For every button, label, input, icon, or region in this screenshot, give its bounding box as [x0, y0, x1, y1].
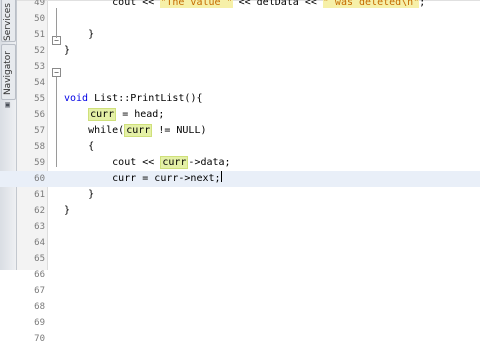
code-line[interactable]: 58 { [0, 139, 480, 155]
fold-collapse-icon[interactable]: − [52, 68, 61, 77]
code-line[interactable]: 66 [0, 267, 480, 283]
code-line[interactable]: 64 [0, 235, 480, 251]
line-number: 49 [34, 0, 45, 8]
line-number: 64 [34, 238, 45, 248]
code-text: { [64, 139, 94, 155]
code-line[interactable]: 63 [0, 219, 480, 235]
line-number: 58 [34, 142, 45, 152]
line-number: 62 [34, 206, 45, 216]
code-line[interactable]: 59 cout << curr ->data; [0, 155, 480, 171]
code-token: != NULL) [152, 125, 207, 136]
code-token: while( [64, 125, 125, 136]
code-line[interactable]: 70 [0, 331, 480, 347]
code-line[interactable]: 62} [0, 203, 480, 219]
code-line[interactable]: 61 } [0, 187, 480, 203]
code-line[interactable]: 49 cout << "The value " << delData << " … [0, 0, 480, 11]
highlighted-identifier: curr [124, 124, 153, 137]
line-number: 53 [34, 62, 45, 72]
line-number: 66 [34, 270, 45, 280]
code-token: = head; [116, 109, 165, 120]
line-number: 59 [34, 158, 45, 168]
code-token: cout << [64, 0, 161, 8]
code-token: } [64, 29, 95, 40]
line-number: 70 [34, 334, 45, 344]
code-line[interactable]: 56 curr = head; [0, 107, 480, 123]
code-token: } [64, 45, 71, 56]
line-number: 56 [34, 110, 45, 120]
code-line[interactable]: 52} [0, 43, 480, 59]
highlighted-identifier: curr [88, 108, 117, 121]
highlighted-identifier: curr [160, 156, 189, 169]
string-literal: "The value " [160, 0, 233, 8]
line-number: 60 [34, 174, 45, 184]
line-number: 57 [34, 126, 45, 136]
code-text: } [64, 43, 70, 59]
text-caret [220, 171, 222, 182]
fold-guide-line [56, 8, 57, 38]
string-literal: " was deleted\n" [322, 0, 420, 8]
code-line[interactable]: 65 [0, 251, 480, 267]
line-number: 52 [34, 46, 45, 56]
keyword-token: void [64, 93, 89, 104]
code-text: while(curr != NULL) [64, 123, 207, 139]
code-line[interactable]: 55 void List::PrintList(){ [0, 91, 480, 107]
code-line[interactable]: 68 [0, 299, 480, 315]
code-token: { [64, 141, 95, 152]
line-number: 68 [34, 302, 45, 312]
code-token: } [64, 189, 95, 200]
code-text: } [64, 203, 70, 219]
code-text: curr = head; [64, 107, 164, 123]
code-token: curr = curr->next; [64, 173, 221, 184]
line-number: 55 [34, 94, 45, 104]
line-number: 54 [34, 78, 45, 88]
code-text: void List::PrintList(){ [64, 91, 202, 107]
line-number: 69 [34, 318, 45, 328]
code-token: List::PrintList(){ [88, 93, 203, 104]
code-text: cout << curr ->data; [64, 155, 231, 171]
code-token: cout << [64, 157, 161, 168]
line-number: 50 [34, 14, 45, 24]
code-line[interactable]: 51 } [0, 27, 480, 43]
code-line[interactable]: 54 [0, 75, 480, 91]
code-line[interactable]: 50 [0, 11, 480, 27]
code-line[interactable]: 60 curr = curr->next; [0, 171, 480, 187]
line-number: 51 [34, 30, 45, 40]
code-line[interactable]: 69 [0, 315, 480, 331]
code-line[interactable]: 67 [0, 283, 480, 299]
code-text: } [64, 27, 94, 43]
code-token: << delData << [232, 0, 323, 8]
code-text: } [64, 187, 94, 203]
code-text: cout << "The value " << delData << " was… [64, 0, 425, 11]
line-number: 67 [34, 286, 45, 296]
code-line[interactable]: 57 while(curr != NULL) [0, 123, 480, 139]
code-token: } [64, 205, 71, 216]
line-number: 61 [34, 190, 45, 200]
code-token: ->data; [188, 157, 231, 168]
fold-guide-line [56, 77, 57, 167]
line-number: 63 [34, 222, 45, 232]
code-token: ; [419, 0, 426, 8]
code-line[interactable]: 53 [0, 59, 480, 75]
code-text: curr = curr->next; [64, 171, 222, 187]
line-number: 65 [34, 254, 45, 264]
